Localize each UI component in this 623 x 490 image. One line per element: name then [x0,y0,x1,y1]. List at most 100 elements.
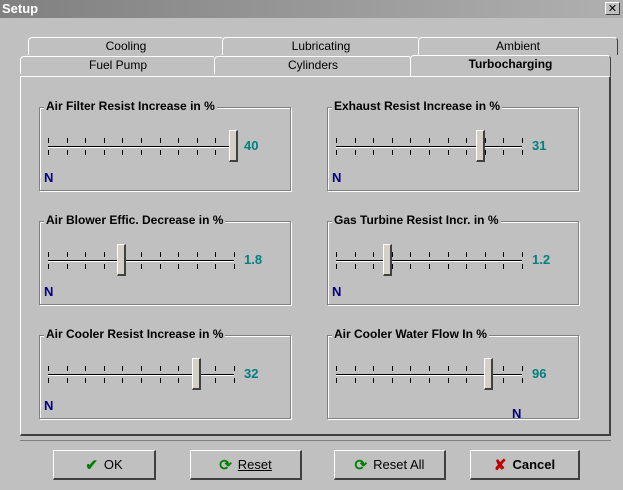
slider-tick [355,150,356,155]
check-icon: ✔ [85,456,98,474]
slider-tick [215,264,216,269]
slider-label: Air Cooler Water Flow In % [332,327,489,341]
slider-tick [392,378,393,383]
slider-tick [429,378,430,383]
slider-tick [160,366,161,371]
slider-group: Exhaust Resist Increase in % 31 N [327,99,579,191]
slider-tick [373,264,374,269]
slider-thumb[interactable] [229,130,238,162]
tab-turbocharging[interactable]: Turbocharging [410,55,611,76]
slider-tick [122,138,123,143]
slider-tick [160,378,161,383]
slider-tick [48,264,49,269]
slider-tick [160,138,161,143]
slider-tick [485,150,486,155]
tab-fuel-pump[interactable]: Fuel Pump [20,56,216,74]
slider-tick [122,366,123,371]
x-icon: ✘ [493,456,507,474]
tab-cylinders[interactable]: Cylinders [214,56,412,74]
slider-thumb[interactable] [192,358,201,390]
slider-tick [104,264,105,269]
slider-tick [429,264,430,269]
slider-tick [355,378,356,383]
tab-panel: Air Filter Resist Increase in % 40 N Exhaus… [20,76,611,436]
slider-tick [466,252,467,257]
cancel-button[interactable]: ✘ Cancel [470,450,580,480]
slider-tick [234,378,235,383]
slider-tick [429,138,430,143]
slider-tick [104,138,105,143]
slider-tick [448,252,449,257]
slider-thumb[interactable] [117,244,126,276]
tab-ambient[interactable]: Ambient [418,37,618,55]
slider-tick [410,264,411,269]
slider-thumb[interactable] [383,244,392,276]
tab-lubricating[interactable]: Lubricating [222,37,420,55]
slider-tick [104,252,105,257]
slider-value: 31 [532,138,547,153]
slider-tick [141,252,142,257]
slider-tick [85,138,86,143]
slider-tick [234,264,235,269]
slider-tick [522,366,523,371]
slider-track[interactable] [48,374,234,376]
slider-tick [141,138,142,143]
reset-button[interactable]: ⟳ Reset [190,450,302,480]
slider-tick [48,138,49,143]
slider-tick [160,264,161,269]
refresh-icon: ⟳ [354,456,368,474]
nominal-label: N [44,284,54,299]
slider-tick [410,150,411,155]
slider-tick [197,264,198,269]
slider-tick [197,138,198,143]
close-button[interactable]: ✕ [605,2,620,15]
reset-all-button[interactable]: ⟳ Reset All [334,450,446,480]
slider-tick [67,252,68,257]
slider-track[interactable] [48,260,234,262]
slider-track[interactable] [336,260,522,262]
slider-tick [410,138,411,143]
slider-tick [373,150,374,155]
slider-tick [448,264,449,269]
slider-thumb[interactable] [484,358,493,390]
slider-tick [85,264,86,269]
nominal-label: N [44,170,54,185]
slider-tick [429,252,430,257]
slider-tick [104,378,105,383]
slider-group: Air Blower Effic. Decrease in % 1.8 N [39,213,291,305]
ok-button[interactable]: ✔ OK [53,450,156,480]
slider-tick [503,138,504,143]
slider-tick [503,252,504,257]
slider-tick [466,150,467,155]
slider-tick [67,150,68,155]
slider-tick [141,366,142,371]
slider-tick [48,150,49,155]
slider-tick [503,378,504,383]
slider-tick [178,378,179,383]
slider-tick [67,378,68,383]
nominal-label: N [332,284,342,299]
slider-tick [160,150,161,155]
slider-tick [67,366,68,371]
slider-tick [215,252,216,257]
slider-thumb[interactable] [476,130,485,162]
slider-tick [410,378,411,383]
slider-track[interactable] [48,146,234,148]
slider-tick [429,150,430,155]
slider-tick [197,150,198,155]
slider-tick [336,138,337,143]
window-title: Setup [2,1,39,16]
slider-tick [122,378,123,383]
slider-tick [392,150,393,155]
slider-tick [336,264,337,269]
slider-tick [355,252,356,257]
slider-label: Exhaust Resist Increase in % [332,99,503,113]
slider-tick [85,378,86,383]
slider-track[interactable] [336,374,522,376]
slider-tick [429,366,430,371]
tab-cooling[interactable]: Cooling [28,37,224,55]
slider-track[interactable] [336,146,522,148]
slider-label: Air Blower Effic. Decrease in % [44,213,226,227]
slider-tick [178,252,179,257]
slider-label: Air Filter Resist Increase in % [44,99,217,113]
